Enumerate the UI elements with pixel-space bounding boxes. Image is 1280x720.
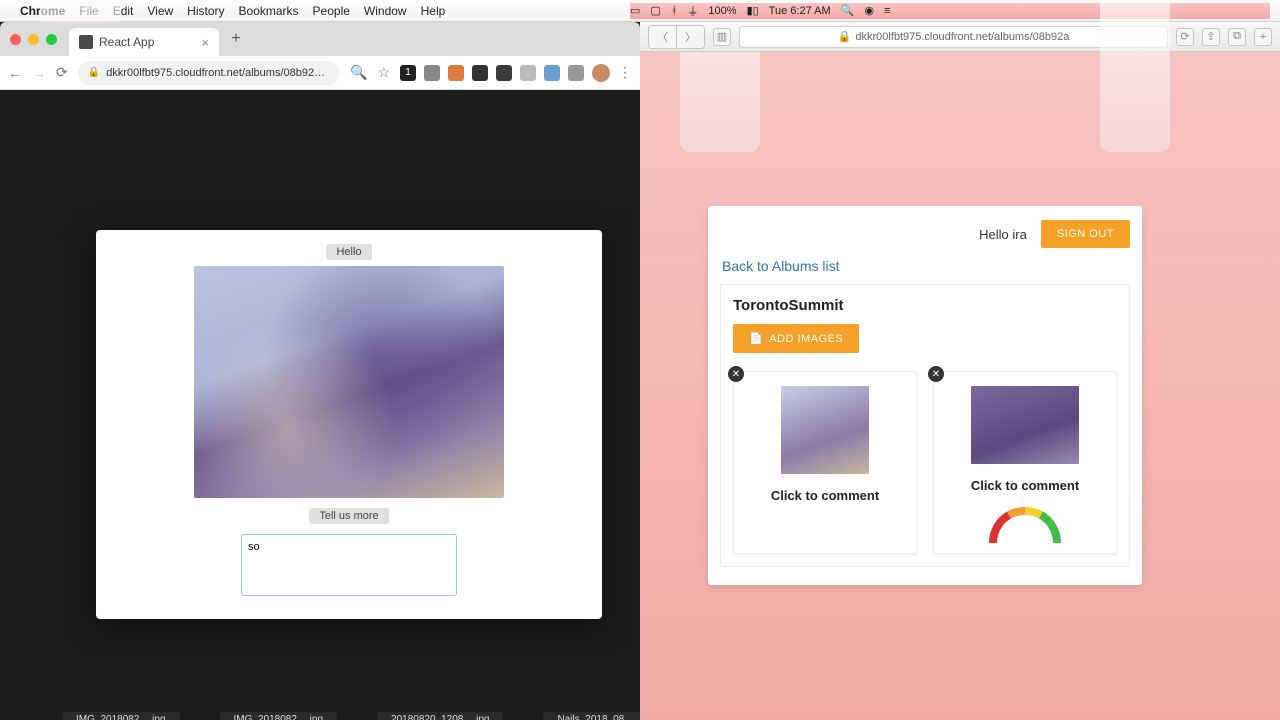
bluetooth-icon[interactable]: ᚼ [671, 5, 678, 17]
battery-percent: 100% [708, 5, 736, 17]
album-panel: TorontoSummit 📄 ADD IMAGES ✕ Click to co… [720, 284, 1130, 567]
comment-modal: Hello Tell us more [96, 230, 602, 619]
extensions: 1 ⋮ [400, 64, 632, 82]
safari-url: dkkr00lfbt975.cloudfront.net/albums/08b9… [855, 31, 1069, 43]
share-icon[interactable]: ⇪ [1202, 28, 1220, 46]
chrome-tabstrip: React App × + [0, 22, 640, 56]
safari-window: 〈 〉 ▥ 🔒 dkkr00lfbt975.cloudfront.net/alb… [640, 22, 1280, 720]
notifications-icon[interactable]: ≡ [884, 5, 890, 17]
extension-icon[interactable] [544, 65, 560, 81]
user-greeting: Hello ira [979, 227, 1027, 242]
thumbnail [971, 386, 1079, 464]
thumbnail [781, 386, 869, 474]
menu-history[interactable]: History [187, 4, 224, 18]
delete-image-icon[interactable]: ✕ [928, 366, 944, 382]
menu-bookmarks[interactable]: Bookmarks [239, 4, 299, 18]
dock-thumbnails: IMG_2018082….jpg IMG_2018082….jpg 201808… [62, 708, 640, 720]
siri-icon[interactable]: ◉ [864, 4, 874, 17]
spotlight-icon[interactable]: 🔍 [841, 4, 855, 17]
battery-icon[interactable]: ▮▯ [747, 4, 759, 17]
star-icon[interactable]: ☆ [377, 64, 390, 81]
chrome-toolbar: ← → ⟳ 🔒 dkkr00lfbt975.cloudfront.net/alb… [0, 56, 640, 90]
profile-avatar-icon[interactable] [592, 64, 610, 82]
forward-icon[interactable]: → [32, 65, 46, 81]
lock-icon: 🔒 [838, 30, 852, 43]
new-tab-button[interactable]: + [225, 28, 247, 50]
tabs-icon[interactable]: ⧉ [1228, 28, 1246, 46]
lock-icon: 🔒 [88, 67, 100, 78]
kebab-icon[interactable]: ⋮ [618, 64, 632, 81]
extension-icon[interactable] [424, 65, 440, 81]
add-images-label: ADD IMAGES [769, 333, 843, 345]
facetime-icon[interactable]: ▭ [630, 4, 640, 17]
dock-file[interactable]: IMG_2018082….jpg [62, 712, 180, 720]
forward-icon[interactable]: 〉 [676, 26, 704, 48]
nav-buttons: 〈 〉 [648, 25, 705, 49]
dock-file[interactable]: Nails_2018_08…. [543, 712, 640, 720]
tab-title: React App [99, 35, 154, 49]
upload-icon: 📄 [749, 332, 763, 345]
sidebar-icon[interactable]: ▥ [713, 28, 731, 46]
album-title: TorontoSummit [733, 297, 1117, 314]
extension-icon[interactable]: 1 [400, 65, 416, 81]
favicon-icon [79, 35, 93, 49]
delete-image-icon[interactable]: ✕ [728, 366, 744, 382]
image-card[interactable]: ✕ Click to comment [933, 371, 1117, 554]
airplay-icon[interactable]: ▢ [650, 4, 660, 17]
address-bar[interactable]: 🔒 dkkr00lfbt975.cloudfront.net/albums/08… [78, 61, 340, 85]
chrome-window: React App × + ← → ⟳ 🔒 dkkr00lfbt975.clou… [0, 22, 640, 720]
modal-prompt: Tell us more [309, 508, 388, 524]
safari-address-bar[interactable]: 🔒 dkkr00lfbt975.cloudfront.net/albums/08… [739, 26, 1168, 48]
zoom-window-icon[interactable] [46, 34, 57, 45]
sentiment-gauge-icon [980, 503, 1070, 543]
zoom-icon[interactable]: 🔍 [350, 64, 367, 81]
reload-icon[interactable]: ⟳ [56, 64, 68, 81]
card-caption[interactable]: Click to comment [971, 478, 1079, 493]
back-icon[interactable]: 〈 [649, 26, 676, 48]
menu-view[interactable]: View [147, 4, 173, 18]
image-card[interactable]: ✕ Click to comment [733, 371, 917, 554]
comment-textarea[interactable] [241, 534, 457, 596]
reload-icon[interactable]: ⟳ [1176, 28, 1194, 46]
back-to-albums-link[interactable]: Back to Albums list [722, 258, 1128, 274]
minimize-window-icon[interactable] [28, 34, 39, 45]
back-icon[interactable]: ← [8, 65, 22, 81]
wifi-icon[interactable]: ⏚ [687, 3, 698, 19]
close-window-icon[interactable] [10, 34, 21, 45]
menu-help[interactable]: Help [421, 4, 446, 18]
safari-toolbar: 〈 〉 ▥ 🔒 dkkr00lfbt975.cloudfront.net/alb… [640, 22, 1280, 52]
browser-tab[interactable]: React App × [69, 28, 219, 56]
url-text: dkkr00lfbt975.cloudfront.net/albums/08b9… [106, 67, 325, 79]
menu-window[interactable]: Window [364, 4, 407, 18]
modal-greeting: Hello [326, 244, 371, 260]
signout-button[interactable]: SIGN OUT [1041, 220, 1130, 248]
albums-app: Hello ira SIGN OUT Back to Albums list T… [708, 206, 1142, 585]
extension-icon[interactable] [568, 65, 584, 81]
clock[interactable]: Tue 6:27 AM [769, 5, 831, 17]
modal-photo [194, 266, 504, 498]
dock-file[interactable]: 20180820_1208….jpg [377, 712, 503, 720]
extension-icon[interactable] [472, 65, 488, 81]
close-tab-icon[interactable]: × [201, 35, 209, 50]
mac-menubar: Chrome File Edit View History Bookmarks … [0, 0, 1280, 22]
extension-icon[interactable] [520, 65, 536, 81]
dock-file[interactable]: IMG_2018082….jpg [220, 712, 338, 720]
menu-people[interactable]: People [313, 4, 350, 18]
extension-icon[interactable] [448, 65, 464, 81]
card-caption[interactable]: Click to comment [771, 488, 879, 503]
add-images-button[interactable]: 📄 ADD IMAGES [733, 324, 859, 353]
extension-icon[interactable] [496, 65, 512, 81]
new-tab-icon[interactable]: + [1254, 28, 1272, 46]
